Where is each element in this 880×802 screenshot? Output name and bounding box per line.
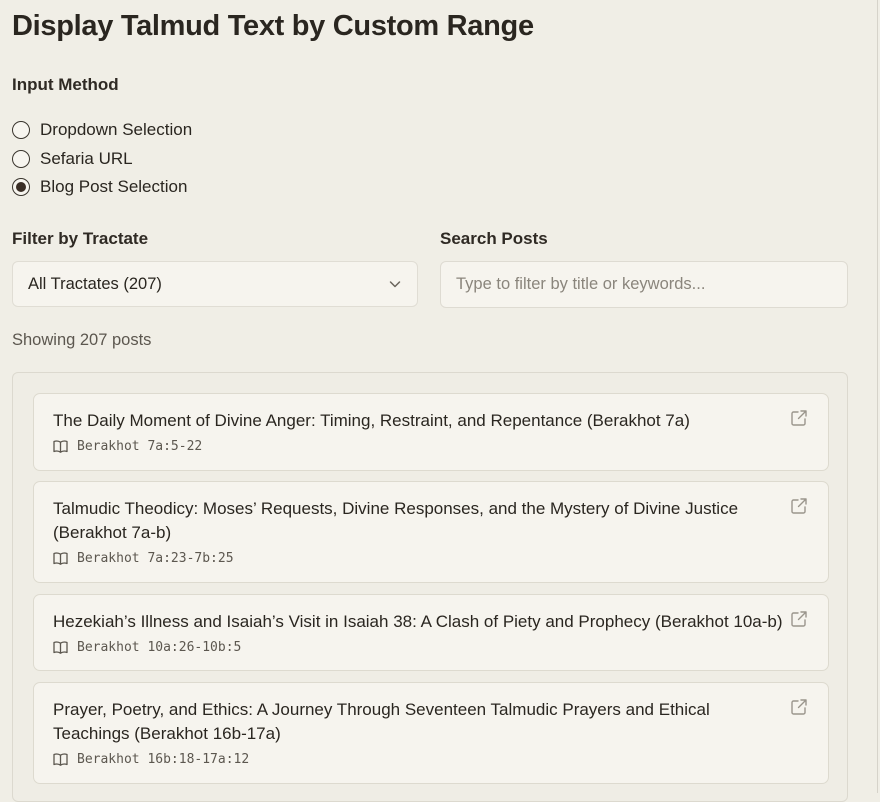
input-method-label: Input Method — [12, 75, 119, 94]
posts-list-panel[interactable]: The Daily Moment of Divine Anger: Timing… — [12, 372, 848, 802]
radio-label: Blog Post Selection — [40, 177, 188, 197]
external-link-icon[interactable] — [790, 409, 808, 427]
page-title: Display Talmud Text by Custom Range — [12, 10, 534, 42]
radio-label: Sefaria URL — [40, 148, 133, 168]
post-ref: Berakhot 16b:18-17a:12 — [77, 752, 250, 767]
book-icon — [53, 440, 68, 453]
post-ref-row: Berakhot 7a:23-7b:25 — [53, 551, 234, 566]
post-ref: Berakhot 7a:5-22 — [77, 439, 203, 454]
book-icon — [53, 753, 68, 766]
radio-dropdown-selection[interactable]: Dropdown Selection — [12, 116, 192, 145]
post-ref: Berakhot 7a:23-7b:25 — [77, 551, 234, 566]
book-icon — [53, 641, 68, 654]
radio-label: Dropdown Selection — [40, 120, 193, 140]
external-link-icon[interactable] — [790, 610, 808, 628]
filter-tractate-label: Filter by Tractate — [12, 229, 149, 248]
radio-button-selected[interactable] — [12, 178, 30, 197]
tractate-select-value: All Tractates (207) — [28, 274, 162, 293]
radio-blog-post-selection[interactable]: Blog Post Selection — [12, 173, 192, 202]
external-link-icon[interactable] — [790, 698, 808, 716]
search-posts-label: Search Posts — [440, 229, 548, 248]
radio-selected-dot — [16, 182, 26, 193]
post-card[interactable]: Hezekiah’s Illness and Isaiah’s Visit in… — [33, 594, 829, 671]
post-card[interactable]: Talmudic Theodicy: Moses’ Requests, Divi… — [33, 481, 829, 583]
radio-button[interactable] — [12, 149, 30, 168]
chevron-down-icon — [389, 281, 401, 288]
page-edge-divider — [877, 0, 878, 793]
post-ref-row: Berakhot 16b:18-17a:12 — [53, 752, 249, 767]
post-title: The Daily Moment of Divine Anger: Timing… — [53, 411, 690, 430]
post-title: Hezekiah’s Illness and Isaiah’s Visit in… — [53, 612, 783, 631]
external-link-icon[interactable] — [790, 497, 808, 515]
post-title: Talmudic Theodicy: Moses’ Requests, Divi… — [53, 499, 739, 542]
results-count-text: Showing 207 posts — [12, 331, 152, 349]
book-icon — [53, 552, 68, 565]
radio-button[interactable] — [12, 121, 30, 140]
post-ref-row: Berakhot 7a:5-22 — [53, 439, 202, 454]
post-title: Prayer, Poetry, and Ethics: A Journey Th… — [53, 700, 710, 743]
post-card[interactable]: Prayer, Poetry, and Ethics: A Journey Th… — [33, 682, 829, 784]
post-ref-row: Berakhot 10a:26-10b:5 — [53, 640, 241, 655]
radio-sefaria-url[interactable]: Sefaria URL — [12, 145, 192, 174]
tractate-select[interactable]: All Tractates (207) — [12, 261, 418, 307]
search-posts-input[interactable] — [440, 261, 848, 308]
post-ref: Berakhot 10a:26-10b:5 — [77, 640, 242, 655]
post-card[interactable]: The Daily Moment of Divine Anger: Timing… — [33, 393, 829, 471]
input-method-radio-group: Dropdown Selection Sefaria URL Blog Post… — [12, 116, 192, 202]
